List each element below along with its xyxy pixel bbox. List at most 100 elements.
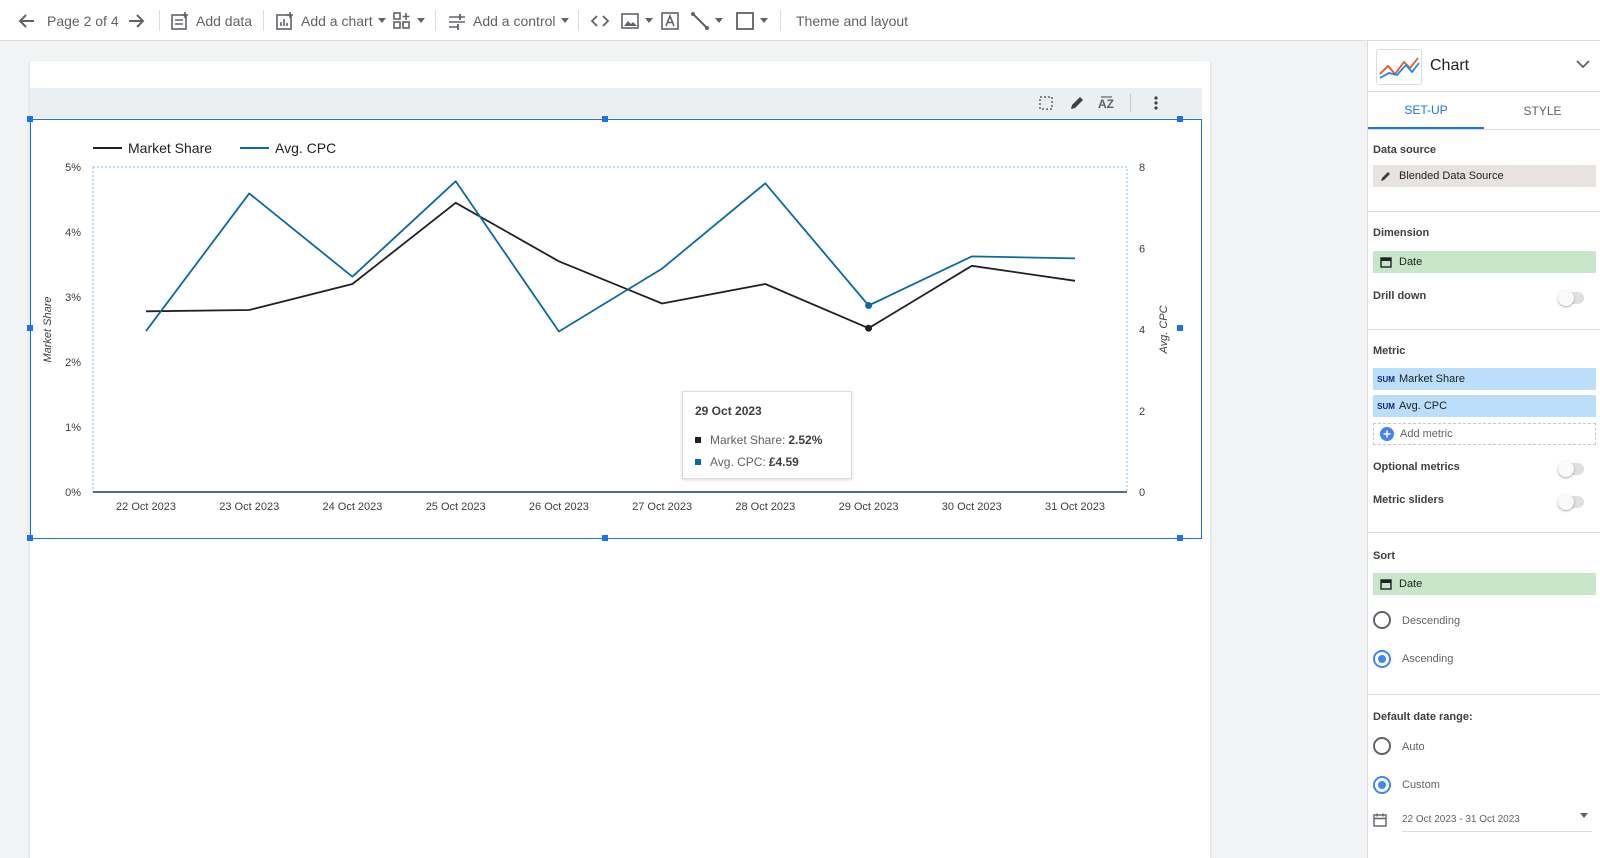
dimension-chip[interactable]: Date [1373, 251, 1596, 273]
y-left-tick-label: 2% [65, 357, 81, 369]
x-tick-label: 25 Oct 2023 [426, 501, 486, 513]
metric-sliders-toggle[interactable] [1558, 494, 1584, 510]
tab-setup[interactable]: SET-UP [1368, 92, 1484, 129]
x-tick-label: 28 Oct 2023 [735, 501, 795, 513]
drill-down-toggle[interactable] [1558, 290, 1584, 306]
image-button[interactable] [620, 0, 653, 41]
add-control-label: Add a control [473, 12, 556, 29]
metric-name: Market Share [1399, 373, 1466, 385]
x-tick-label: 26 Oct 2023 [529, 501, 589, 513]
panel-divider [1368, 694, 1600, 695]
custom-label: Custom [1402, 779, 1440, 791]
y-right-tick-label: 0 [1139, 487, 1145, 499]
add-control-button[interactable]: Add a control [447, 0, 569, 41]
add-data-icon [170, 11, 190, 31]
metric-sliders-label: Metric sliders [1373, 494, 1444, 506]
optional-metrics-label: Optional metrics [1373, 461, 1460, 473]
data-source-value: Blended Data Source [1399, 170, 1504, 182]
sort-value: Date [1399, 578, 1423, 590]
drill-down-label: Drill down [1373, 290, 1427, 302]
ascending-radio[interactable] [1373, 650, 1391, 668]
highlight-point [865, 302, 873, 310]
report-canvas: AZ 0% 1% 2% 3% 4% 5% 0 2 4 6 8 22 Oct 2023 23 Oct 20… [0, 41, 1366, 858]
series-swatch [695, 437, 701, 443]
tooltip-date: 29 Oct 2023 [695, 404, 762, 418]
metric-chip-market-share[interactable]: SUM Market Share [1373, 368, 1596, 390]
custom-radio[interactable] [1373, 776, 1391, 794]
select-area-icon[interactable] [1038, 95, 1054, 116]
descending-radio[interactable] [1373, 611, 1391, 629]
back-arrow-icon[interactable] [17, 0, 37, 41]
rectangle-icon [735, 11, 755, 31]
panel-divider [1368, 532, 1600, 533]
add-chart-button[interactable]: Add a chart [275, 0, 386, 41]
y-left-axis-title: Market Share [42, 296, 54, 362]
tab-style[interactable]: STYLE [1484, 92, 1600, 129]
y-right-axis-title: Avg. CPC [1158, 305, 1170, 354]
line-button[interactable] [690, 0, 723, 41]
chart-header-bar: AZ [30, 88, 1202, 118]
plot-area-border [92, 166, 1128, 493]
data-source-chip[interactable]: Blended Data Source [1373, 165, 1596, 187]
aggregation-tag: SUM [1377, 401, 1395, 411]
add-chart-label: Add a chart [301, 12, 373, 29]
y-left-tick-label: 1% [65, 422, 81, 434]
shape-button[interactable] [735, 0, 768, 41]
tooltip-row-avg-cpc: Avg. CPC: £4.59 [695, 455, 799, 469]
date-range-label: Default date range: [1373, 711, 1473, 723]
more-vert-icon[interactable] [1148, 95, 1164, 116]
tooltip-value: £4.59 [768, 455, 799, 469]
tooltip-value: 2.52% [788, 433, 823, 447]
chart-selection-frame[interactable]: 0% 1% 2% 3% 4% 5% 0 2 4 6 8 22 Oct 2023 23 Oct 2023 2… [27, 116, 1202, 541]
legend-label: Avg. CPC [275, 140, 336, 156]
line-chart: 0% 1% 2% 3% 4% 5% 0 2 4 6 8 22 Oct 2023 23 Oct 2023 2… [42, 140, 1170, 513]
chevron-down-icon [1580, 813, 1588, 818]
date-range-value: 22 Oct 2023 - 31 Oct 2023 [1402, 814, 1520, 825]
sort-chip[interactable]: Date [1373, 573, 1596, 595]
x-tick-label: 22 Oct 2023 [116, 501, 176, 513]
aggregation-tag: SUM [1377, 374, 1395, 384]
tooltip-label: Avg. CPC: [710, 455, 766, 469]
add-circle-icon [1374, 427, 1400, 441]
sort-az-icon[interactable]: AZ [1098, 95, 1116, 116]
chevron-down-icon[interactable] [1576, 59, 1590, 72]
optional-metrics-toggle[interactable] [1558, 461, 1584, 477]
toolbar-divider [578, 10, 579, 31]
legend-label: Market Share [128, 140, 212, 156]
embed-code-icon[interactable] [590, 0, 610, 41]
add-metric-label: Add metric [1400, 428, 1453, 440]
metric-chip-avg-cpc[interactable]: SUM Avg. CPC [1373, 395, 1596, 417]
auto-radio[interactable] [1373, 737, 1391, 755]
metric-name: Avg. CPC [1399, 400, 1448, 412]
chevron-down-icon [715, 18, 723, 23]
chevron-down-icon [377, 18, 386, 23]
pencil-icon[interactable] [1069, 95, 1085, 116]
y-right-tick-label: 6 [1139, 243, 1145, 255]
ascending-label: Ascending [1402, 653, 1454, 665]
tooltip-row-market-share: Market Share: 2.52% [695, 433, 822, 447]
forward-arrow-icon[interactable] [126, 0, 146, 41]
tooltip-label: Market Share: [710, 433, 786, 447]
add-metric-button[interactable]: Add metric [1373, 423, 1596, 445]
text-box-icon[interactable] [660, 0, 680, 41]
toolbar-divider [435, 10, 436, 31]
y-left-tick-label: 0% [65, 487, 81, 499]
add-data-button[interactable]: Add data [170, 0, 252, 41]
date-range-select[interactable]: 22 Oct 2023 - 31 Oct 2023 [1402, 813, 1592, 832]
add-component-button[interactable] [392, 0, 425, 41]
chart-type-icon[interactable] [1376, 49, 1422, 85]
calendar-icon [1373, 256, 1399, 268]
toolbar: Page 2 of 4 Add data Add a chart Add a c… [0, 0, 1600, 41]
metric-label: Metric [1373, 345, 1406, 357]
properties-panel: Chart SET-UP STYLE Data source Blended D… [1367, 41, 1600, 858]
series-line [145, 180, 1076, 333]
add-chart-icon [275, 11, 295, 31]
panel-divider [1368, 211, 1600, 212]
chevron-down-icon [417, 18, 425, 23]
theme-layout-button[interactable]: Theme and layout [796, 0, 908, 41]
dimension-label: Dimension [1373, 227, 1430, 239]
y-left-tick-label: 4% [65, 227, 81, 239]
panel-title: Chart [1430, 57, 1470, 74]
highlight-point [865, 324, 873, 332]
control-icon [447, 11, 467, 31]
